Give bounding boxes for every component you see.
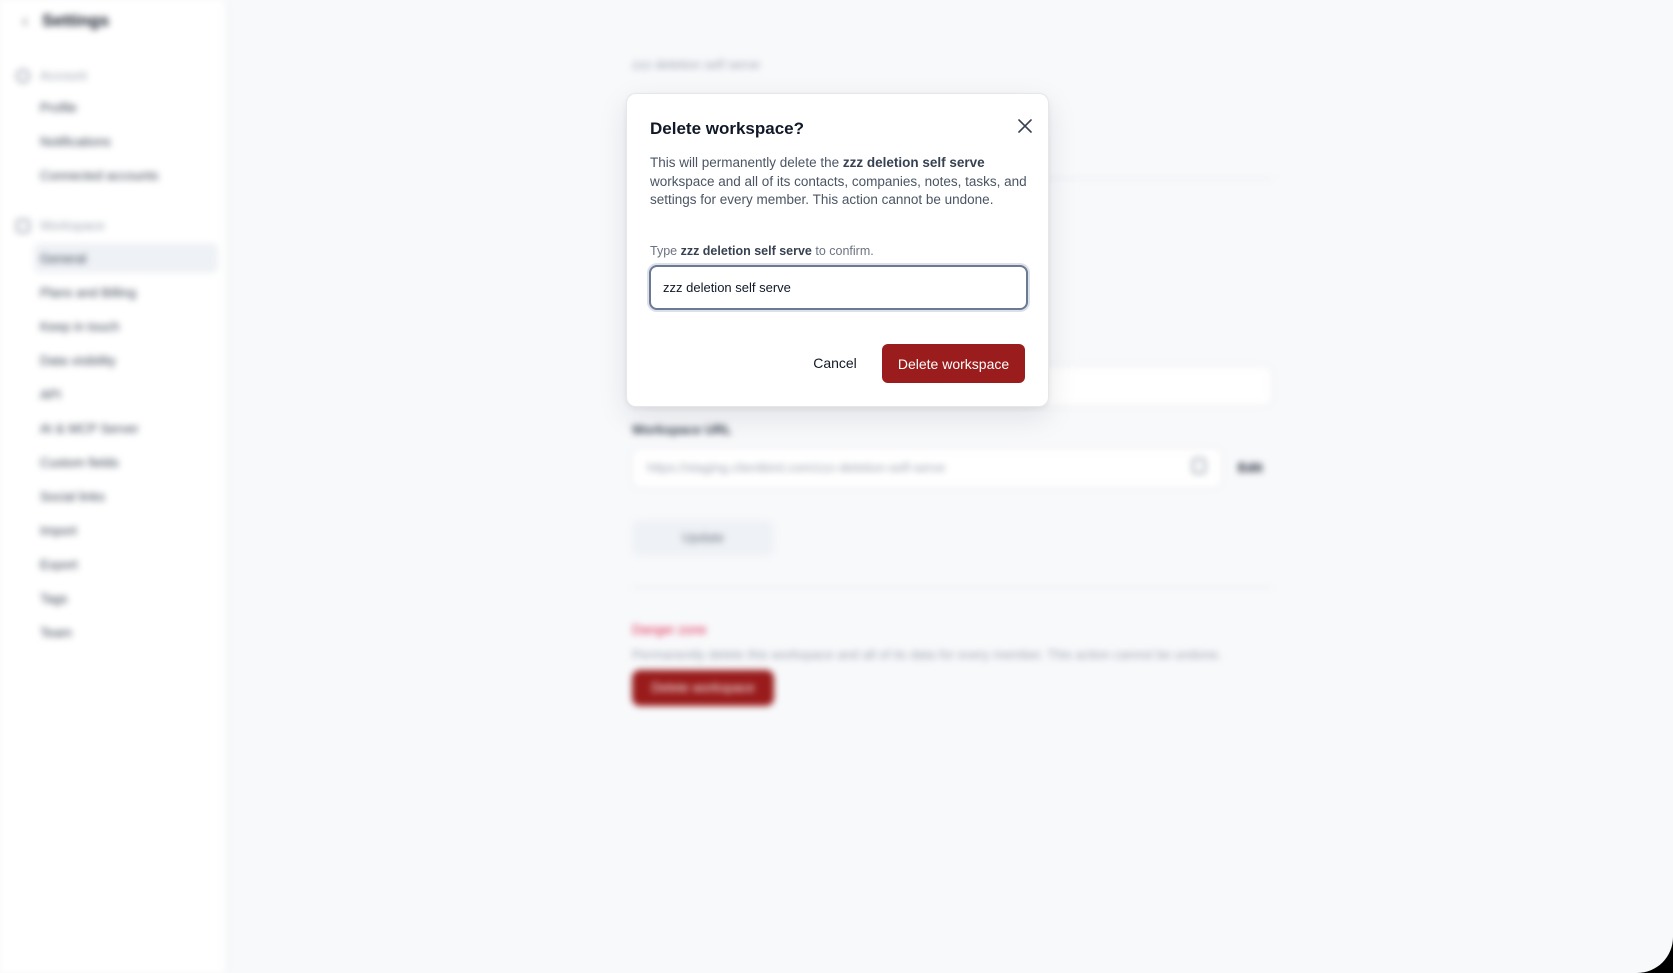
sidebar-item-tags[interactable]: Tags [40, 591, 67, 606]
sidebar-section-account: Account [16, 68, 87, 83]
sidebar-item-team[interactable]: Team [40, 625, 72, 640]
settings-sidebar: ‹ Settings Account Profile Notifications… [0, 0, 226, 973]
sidebar-item-export[interactable]: Export [40, 557, 78, 572]
sidebar-item-custom-fields[interactable]: Custom fields [40, 455, 119, 470]
sidebar-section-label: Account [40, 68, 87, 83]
description-text: This will permanently delete the [650, 155, 843, 170]
sidebar-title: Settings [42, 11, 110, 30]
edit-url-button[interactable]: Edit [1238, 460, 1263, 475]
building-icon [16, 218, 30, 233]
danger-zone-title: Danger zone [632, 622, 707, 637]
sidebar-section-workspace: Workspace [16, 218, 105, 233]
workspace-name-emphasis: zzz deletion self serve [842, 155, 985, 170]
back-arrow-icon[interactable]: ‹ [22, 12, 28, 30]
sidebar-item-plans-billing[interactable]: Plans and Billing [40, 285, 136, 300]
sidebar-item-data-visibility[interactable]: Data visibility [40, 353, 116, 368]
copy-icon[interactable] [1192, 458, 1206, 474]
confirm-workspace-name-input[interactable] [649, 265, 1028, 310]
sidebar-header: ‹ Settings [22, 10, 109, 32]
confirm-text: to confirm. [811, 244, 874, 258]
update-button[interactable]: Update [632, 520, 774, 556]
workspace-url-label: Workspace URL [632, 422, 732, 437]
sidebar-item-ai-mcp[interactable]: AI & MCP Server [40, 421, 139, 436]
workspace-url-field[interactable]: https://staging.clientbird.com/zzz-delet… [632, 448, 1222, 488]
delete-workspace-button[interactable]: Delete workspace [882, 344, 1025, 383]
sidebar-item-notifications[interactable]: Notifications [40, 134, 111, 149]
divider [632, 587, 1272, 588]
sidebar-section-label: Workspace [40, 218, 105, 233]
description-text: workspace and all of its contacts, compa… [650, 173, 1027, 208]
close-icon [1018, 119, 1032, 133]
sidebar-item-connected-accounts[interactable]: Connected accounts [40, 168, 159, 183]
page-title: zzz deletion self serve [632, 57, 760, 72]
sidebar-item-api[interactable]: API [40, 387, 61, 402]
close-button[interactable] [1011, 112, 1039, 140]
dialog-title: Delete workspace? [650, 119, 805, 138]
confirm-name-emphasis: zzz deletion self serve [680, 244, 812, 258]
sidebar-item-social-links[interactable]: Social links [40, 489, 105, 504]
confirm-instruction: Type zzz deletion self serve to confirm. [650, 244, 874, 258]
confirm-text: Type [650, 244, 681, 258]
danger-zone-description: Permanently delete this workspace and al… [632, 647, 1222, 662]
user-icon [16, 68, 30, 83]
sidebar-item-general[interactable]: General [40, 251, 86, 266]
sidebar-item-keep-in-touch[interactable]: Keep in touch [40, 319, 120, 334]
app-window: ‹ Settings Account Profile Notifications… [0, 0, 1673, 973]
dialog-description: This will permanently delete the zzz del… [650, 154, 1030, 210]
sidebar-item-import[interactable]: Import [40, 523, 77, 538]
cancel-button[interactable]: Cancel [794, 345, 876, 381]
danger-delete-workspace-button[interactable]: Delete workspace [632, 670, 774, 706]
sidebar-item-profile[interactable]: Profile [40, 100, 77, 115]
